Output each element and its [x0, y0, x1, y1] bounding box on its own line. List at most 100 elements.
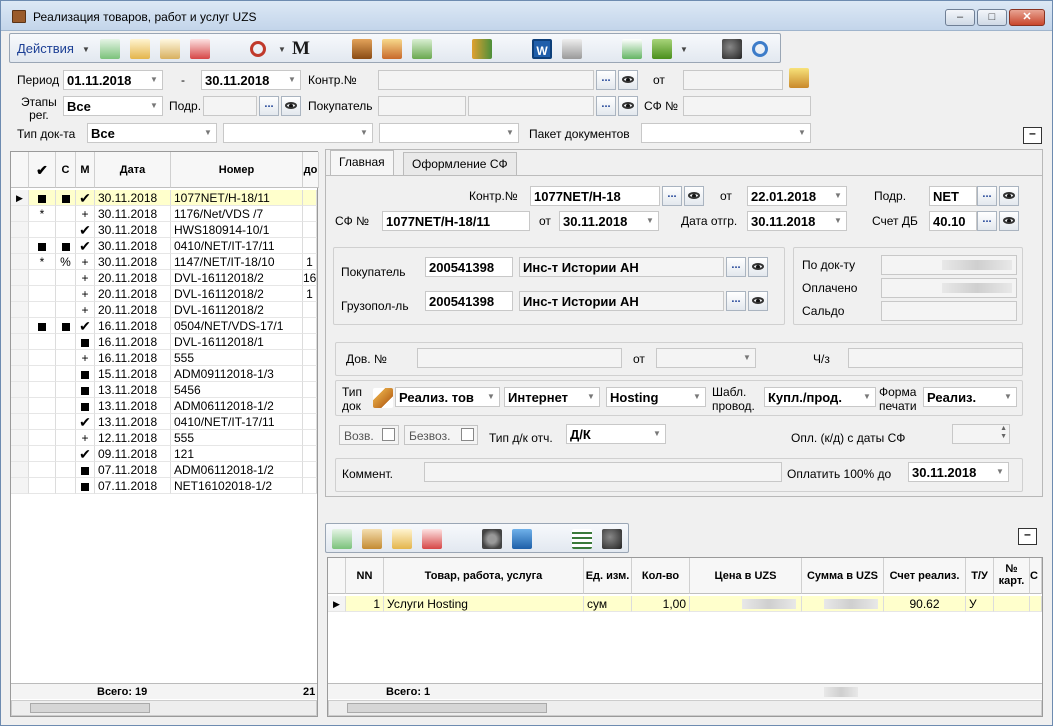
col-header-date[interactable]: Дата: [95, 152, 171, 188]
chevron-down-icon[interactable]: ▼: [859, 388, 875, 406]
list-icon[interactable]: [572, 529, 592, 549]
via-field[interactable]: [848, 348, 1023, 368]
eye-icon[interactable]: [748, 291, 768, 311]
contract-date-field[interactable]: 22.01.2018 ▼: [747, 186, 847, 206]
folder-icon[interactable]: [382, 39, 402, 59]
list-scroll-thumb[interactable]: [30, 703, 150, 713]
excel-export-icon[interactable]: [328, 558, 346, 594]
sf-field[interactable]: 1077NET/H-18/11: [382, 211, 530, 231]
buyer-name-filter[interactable]: [468, 96, 594, 116]
table-row[interactable]: ▶ ✔ 30.11.2018 1077NET/H-18/11: [11, 190, 317, 206]
items-col-extra[interactable]: С: [1030, 558, 1042, 594]
items-col-name[interactable]: Товар, работа, услуга: [384, 558, 584, 594]
table-row[interactable]: +16.11.2018 555: [11, 350, 317, 366]
ship-date-field[interactable]: 30.11.2018 ▼: [747, 211, 847, 231]
table-row[interactable]: 15.11.2018 ADM09112018-1/3: [11, 366, 317, 382]
table-row[interactable]: ✔ 13.11.2018 0410/NET/IT-17/11: [11, 414, 317, 430]
delete-icon[interactable]: [190, 39, 210, 59]
delete-icon[interactable]: [422, 529, 442, 549]
payment-spinner[interactable]: ▲ ▼: [952, 424, 1010, 444]
card-icon[interactable]: [512, 529, 532, 549]
dk-field[interactable]: Д/К ▼: [566, 424, 666, 444]
chevron-down-icon[interactable]: ▼: [200, 124, 216, 142]
power-date-field[interactable]: ▼: [656, 348, 756, 368]
chevron-down-icon[interactable]: ▼: [356, 124, 372, 142]
money-icon[interactable]: [412, 39, 432, 59]
doctype-sub-filter[interactable]: ▼: [223, 123, 373, 143]
chevron-down-icon[interactable]: ▼: [146, 71, 162, 89]
items-col-card[interactable]: № карт.: [994, 558, 1030, 594]
checkmark-header-icon[interactable]: ✔: [29, 152, 56, 188]
chevron-down-icon[interactable]: ▼: [278, 45, 286, 54]
word-icon[interactable]: W: [532, 39, 552, 59]
items-col-sum[interactable]: Сумма в UZS: [802, 558, 884, 594]
col-header-extra[interactable]: до: [303, 152, 319, 188]
table-row[interactable]: +12.11.2018 555: [11, 430, 317, 446]
power-field[interactable]: [417, 348, 622, 368]
edit-icon[interactable]: [160, 39, 180, 59]
chevron-down-icon[interactable]: ▼: [689, 388, 705, 406]
contract-field[interactable]: 1077NET/H-18: [530, 186, 660, 206]
subdiv-field[interactable]: NET: [929, 186, 977, 206]
minimize-button[interactable]: –: [945, 9, 975, 26]
table-row[interactable]: ✔ 16.11.2018 0504/NET/VDS-17/1: [11, 318, 317, 334]
return-checkbox[interactable]: [382, 428, 395, 441]
eye-icon[interactable]: [748, 257, 768, 277]
chevron-down-icon[interactable]: ▼: [284, 71, 300, 89]
buyer-lookup-button[interactable]: ...: [726, 257, 746, 277]
table-row[interactable]: ▶ 1 Услуги Hosting сум 1,00 90.62 У: [328, 596, 1042, 612]
collapse-items-button[interactable]: –: [1018, 528, 1037, 545]
eye-icon[interactable]: [618, 70, 638, 90]
contract-lookup-button[interactable]: ...: [596, 70, 616, 90]
subdiv-lookup-button[interactable]: ...: [977, 186, 997, 206]
m-icon[interactable]: M: [291, 39, 311, 59]
approve-icon[interactable]: [622, 39, 642, 59]
consignee-name-field[interactable]: Инс-т Истории АН: [519, 291, 724, 311]
eye-icon[interactable]: [684, 186, 704, 206]
doctype-sub2-filter[interactable]: ▼: [379, 123, 519, 143]
items-col-price[interactable]: Цена в UZS: [690, 558, 802, 594]
tree-icon[interactable]: [652, 39, 672, 59]
chevron-down-icon[interactable]: ▼: [992, 463, 1008, 481]
table-row[interactable]: * +30.11.2018 1176/Net/VDS /7: [11, 206, 317, 222]
doctype-field[interactable]: Реализ. тов ▼: [395, 387, 500, 407]
boxes-icon[interactable]: [362, 529, 382, 549]
consignee-lookup-button[interactable]: ...: [726, 291, 746, 311]
template-field[interactable]: Купл./прод. ▼: [764, 387, 876, 407]
add-item-icon[interactable]: [332, 529, 352, 549]
print-icon[interactable]: [562, 39, 582, 59]
contract-lookup-button[interactable]: ...: [662, 186, 682, 206]
col-header-number[interactable]: Номер: [171, 152, 303, 188]
doctype-filter-field[interactable]: Все ▼: [87, 123, 217, 143]
refresh-icon[interactable]: [250, 41, 266, 57]
maximize-button[interactable]: □: [977, 9, 1007, 26]
table-row[interactable]: 13.11.2018 5456: [11, 382, 317, 398]
chevron-down-icon[interactable]: ▼: [794, 124, 810, 142]
comment-field[interactable]: [424, 462, 782, 482]
chevron-down-icon[interactable]: ▼: [146, 97, 162, 115]
subdiv-filter-field[interactable]: [203, 96, 257, 116]
contract-filter-field[interactable]: [378, 70, 594, 90]
spinner-arrows-icon[interactable]: ▲ ▼: [1000, 425, 1007, 441]
link-icon[interactable]: [482, 529, 502, 549]
period-to-field[interactable]: 30.11.2018 ▼: [201, 70, 301, 90]
table-row[interactable]: +20.11.2018 DVL-16112018/2: [11, 302, 317, 318]
tab-invoice[interactable]: Оформление СФ: [403, 152, 517, 176]
chevron-down-icon[interactable]: ▼: [1000, 388, 1016, 406]
col-header-c[interactable]: С: [56, 152, 76, 188]
buyer-code-field[interactable]: 200541398: [425, 257, 513, 277]
free-checkbox[interactable]: [461, 428, 474, 441]
book-icon[interactable]: [352, 39, 372, 59]
table-row[interactable]: ✔ 09.11.2018 121: [11, 446, 317, 462]
chevron-down-icon[interactable]: ▼: [583, 388, 599, 406]
sf-date-field[interactable]: 30.11.2018 ▼: [559, 211, 659, 231]
pencil-icon[interactable]: [373, 388, 393, 408]
table-row[interactable]: 07.11.2018 ADM06112018-1/2: [11, 462, 317, 478]
chevron-down-icon[interactable]: ▼: [830, 187, 846, 205]
return-checkbox-group[interactable]: Возв.: [339, 425, 399, 445]
broom-icon[interactable]: [789, 68, 809, 88]
add-icon[interactable]: [100, 39, 120, 59]
table-row[interactable]: ✔ 30.11.2018 0410/NET/IT-17/11: [11, 238, 317, 254]
eye-icon[interactable]: [281, 96, 301, 116]
arrows-icon[interactable]: [472, 39, 492, 59]
